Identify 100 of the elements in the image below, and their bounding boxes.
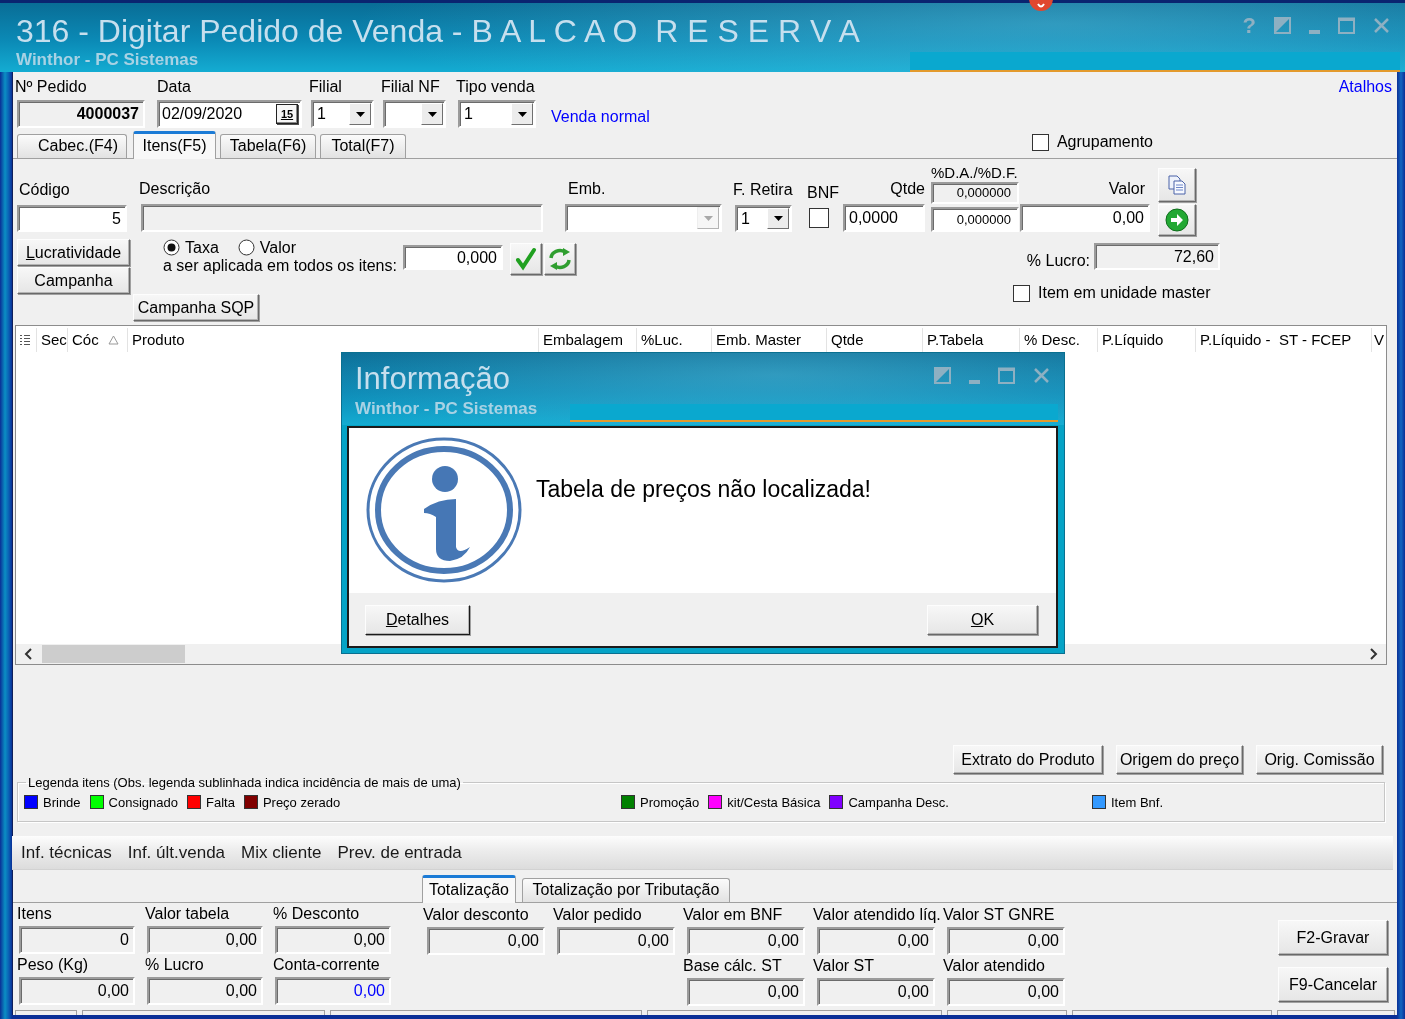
- input-field[interactable]: 0,0000: [843, 204, 925, 232]
- legend-label: Campanha Desc.: [848, 794, 949, 810]
- caret-down-icon: [703, 215, 713, 221]
- dialog-message: Tabela de preços não localizada!: [536, 475, 871, 503]
- copy-button[interactable]: [1158, 168, 1196, 202]
- legend-label: Promoção: [640, 794, 700, 810]
- checkbox-option[interactable]: Agrupamento: [1031, 133, 1153, 151]
- shortcuts-link[interactable]: Atalhos: [1338, 78, 1392, 96]
- field-label: Conta-corrente: [273, 956, 380, 974]
- chevron-left-icon[interactable]: [24, 648, 32, 660]
- radio-option[interactable]: Taxa: [163, 239, 219, 256]
- input-field: 72,60: [1094, 243, 1220, 270]
- legend-label: Falta: [205, 794, 235, 810]
- calendar-button[interactable]: 15: [276, 104, 298, 124]
- dialog-title: Informação: [355, 362, 512, 396]
- combo-box[interactable]: 1: [458, 100, 536, 128]
- field-label: Filial NF: [381, 78, 440, 96]
- field-label: Valor pedido: [553, 906, 642, 924]
- notification-badge-icon: [1029, 0, 1053, 11]
- combo-box[interactable]: [383, 100, 446, 128]
- field-label: Valor desconto: [423, 906, 529, 924]
- field-label: BNF: [807, 184, 839, 202]
- chevron-right-icon[interactable]: [1370, 648, 1378, 660]
- sale-type-text: Venda normal: [551, 107, 650, 127]
- output-field: 0,00: [19, 977, 135, 1005]
- output-field: 0,00: [687, 978, 805, 1006]
- window-subtitle: Winthor - PC Sistemas: [16, 50, 200, 70]
- field-label: Valor: [1108, 180, 1145, 198]
- action-button[interactable]: Origem do preço: [1116, 745, 1243, 774]
- checkbox-option[interactable]: Item em unidade master: [1013, 284, 1211, 302]
- field-label: Valor atendido: [943, 957, 1045, 975]
- confirm-button[interactable]: [510, 243, 542, 275]
- cancel-button[interactable]: F9-Cancelar: [1278, 967, 1388, 1002]
- info-icon: [366, 437, 522, 583]
- tab[interactable]: Tabela(F6): [220, 134, 316, 158]
- toolbar-tab[interactable]: Prev. de entrada: [337, 841, 462, 864]
- action-button[interactable]: Lucratividade: [17, 239, 130, 266]
- output-field: 0,00: [947, 927, 1065, 955]
- column-header[interactable]: Cóc: [67, 328, 127, 352]
- field-label: % Desconto: [273, 905, 360, 923]
- radio-option[interactable]: Valor: [237, 239, 296, 256]
- output-field: 0,00: [427, 927, 545, 955]
- output-field: 0,00: [557, 927, 675, 955]
- toolbar-tab[interactable]: Inf. técnicas: [21, 841, 112, 864]
- column-header[interactable]: V: [1371, 328, 1386, 352]
- caret-down-icon: [517, 111, 527, 117]
- tab[interactable]: Cabec.(F4): [17, 134, 127, 158]
- field-label: Data: [157, 78, 191, 96]
- field-label: F. Retira: [733, 181, 793, 199]
- field-label: Valor ST GNRE: [943, 906, 1055, 924]
- combo-box[interactable]: 1: [735, 205, 792, 232]
- input-field[interactable]: 0,000000: [931, 207, 1019, 232]
- field-label: Descrição: [139, 180, 211, 198]
- toolbar-tab[interactable]: Mix cliente: [241, 841, 322, 864]
- output-field: 0,00: [147, 977, 263, 1005]
- output-field: 0: [19, 926, 135, 954]
- toolbar-tab[interactable]: Inf. últ.venda: [127, 841, 226, 864]
- input-field[interactable]: 5: [17, 205, 127, 232]
- list-icon[interactable]: [20, 333, 30, 347]
- field-label: Valor atendido líq.: [813, 906, 941, 924]
- output-field: 0,00: [275, 926, 391, 954]
- copy-icon: [1166, 174, 1188, 196]
- action-button[interactable]: Campanha SQP: [133, 294, 259, 321]
- tab[interactable]: Itens(F5): [133, 131, 216, 159]
- save-button[interactable]: F2-Gravar: [1278, 920, 1388, 955]
- details-button[interactable]: Detalhes: [365, 605, 470, 635]
- refresh-button[interactable]: [544, 243, 576, 275]
- input-field[interactable]: 0,000: [403, 245, 503, 270]
- field-label: Valor em BNF: [683, 906, 783, 924]
- input-field[interactable]: 0,00: [1020, 204, 1150, 232]
- legend-label: Preço zerado: [262, 794, 341, 810]
- action-button[interactable]: Campanha: [17, 267, 130, 294]
- window-title: 316 - Digitar Pedido de Venda - B A L C A O R E S E R V A: [16, 14, 860, 48]
- action-button[interactable]: Extrato do Produto: [953, 745, 1103, 774]
- field-label: Base cálc. ST: [683, 957, 782, 975]
- ok-button[interactable]: OK: [927, 605, 1038, 635]
- checkbox[interactable]: [809, 208, 829, 228]
- combo-box[interactable]: 1: [311, 100, 374, 128]
- tab[interactable]: Totalização: [422, 875, 516, 903]
- order-number-field: 4000037: [17, 100, 145, 128]
- refresh-icon: [547, 247, 573, 271]
- field-label: Tipo venda: [456, 78, 535, 96]
- legend-title: Legenda itens (Obs. legenda sublinhada indica incidência de mais de uma): [27, 775, 462, 790]
- caret-down-icon: [773, 216, 783, 221]
- legend-label: Consignado: [108, 794, 178, 810]
- column-header[interactable]: P.Líquido: [1097, 328, 1195, 352]
- date-field[interactable]: 02/09/2020 15: [157, 100, 302, 128]
- output-field: 0,00: [817, 978, 935, 1006]
- next-button[interactable]: [1158, 204, 1196, 236]
- field-label: a ser aplicada em todos os itens:: [163, 257, 397, 275]
- field-label: Valor ST: [813, 957, 875, 975]
- output-field: 0,00: [947, 978, 1065, 1006]
- action-button[interactable]: Orig. Comissão: [1256, 745, 1383, 774]
- tab[interactable]: Totalização por Tributação: [522, 878, 730, 902]
- column-header[interactable]: P.Líquido - ST - FCEP: [1195, 328, 1371, 352]
- scrollbar-thumb[interactable]: [42, 645, 185, 663]
- output-field: 0,00: [687, 927, 805, 955]
- column-header[interactable]: Sec: [36, 328, 67, 352]
- tab[interactable]: Total(F7): [320, 134, 406, 158]
- output-field: 0,00: [275, 977, 391, 1005]
